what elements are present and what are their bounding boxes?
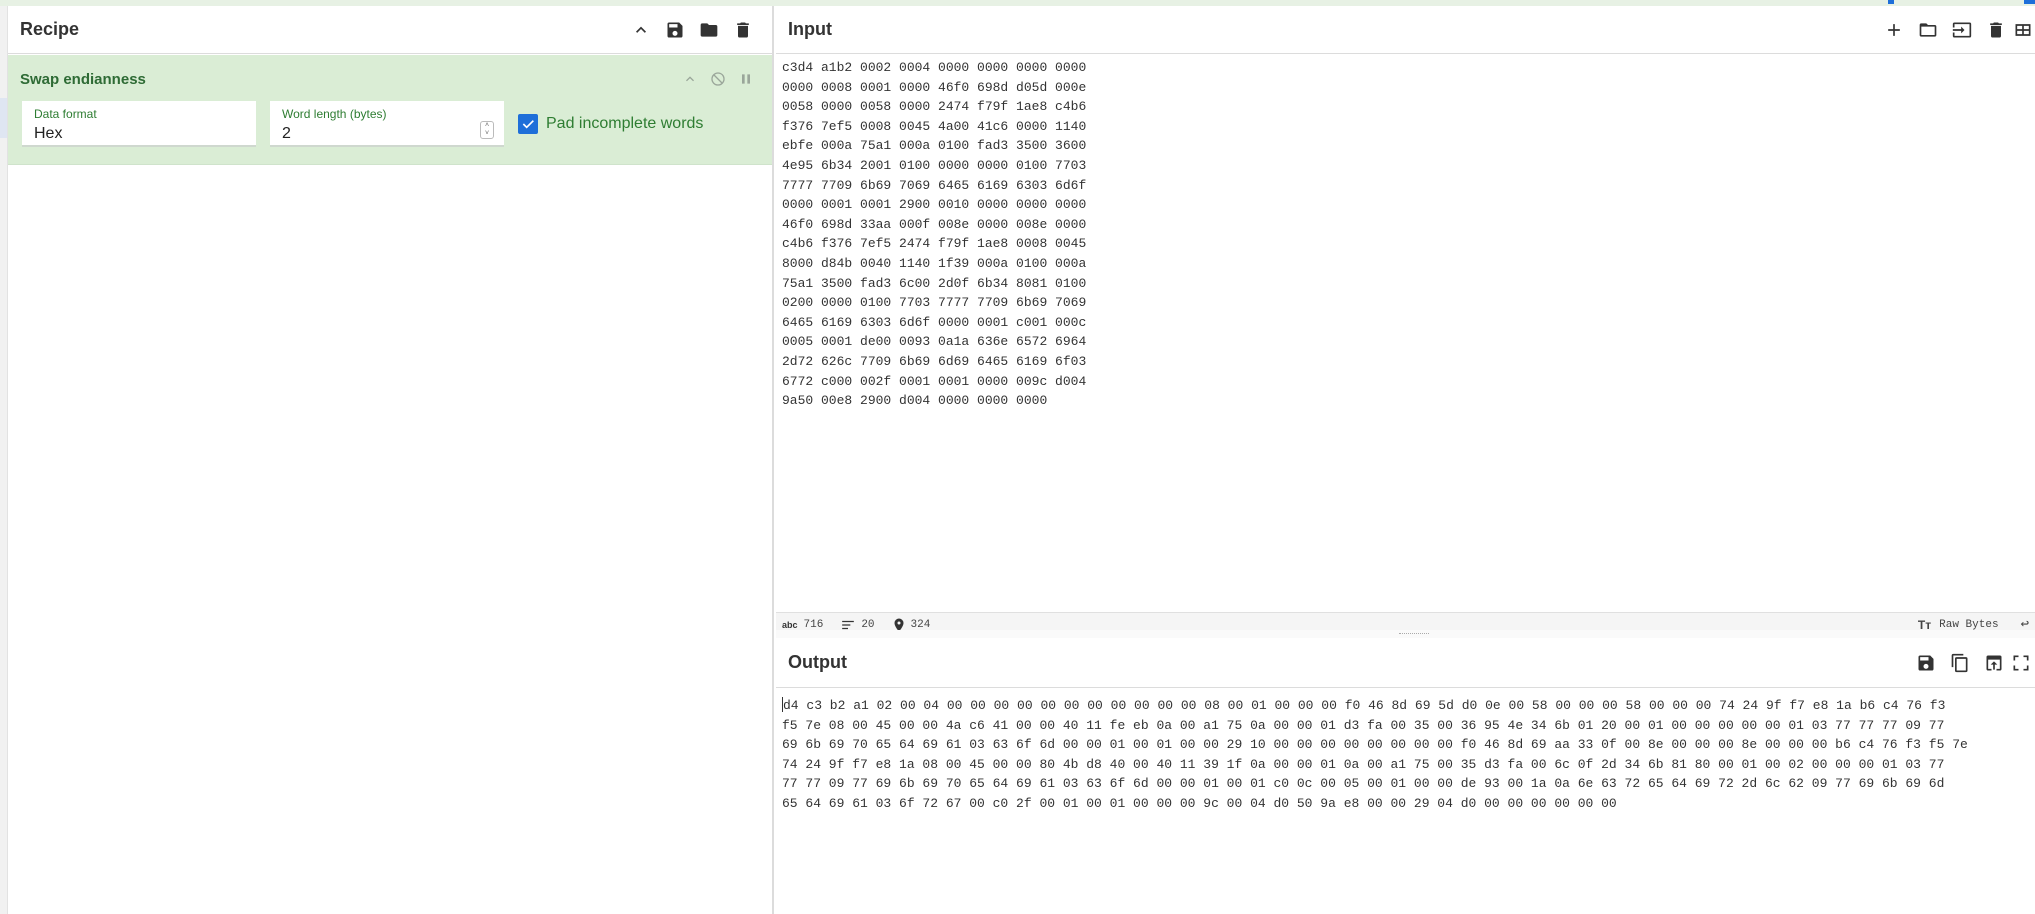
word-length-field[interactable]: Word length (bytes) 2 ˄ ˅ [270, 101, 504, 147]
word-length-label: Word length (bytes) [282, 107, 387, 121]
folder-icon[interactable] [1911, 13, 1945, 47]
folder-icon[interactable] [692, 13, 726, 47]
save-icon[interactable] [658, 13, 692, 47]
selected-category-highlight [0, 98, 7, 138]
chevron-up-icon[interactable] [624, 13, 658, 47]
input-title: Input [788, 19, 832, 39]
replace-input-icon[interactable] [1977, 646, 2011, 680]
output-textarea[interactable]: d4 c3 b2 a1 02 00 04 00 00 00 00 00 00 0… [782, 696, 2035, 814]
output-panel: Output d4 c3 b2 a1 02 00 04 00 00 00 00 … [776, 638, 2035, 914]
disable-icon[interactable] [704, 65, 732, 93]
input-length: 716 [803, 618, 824, 631]
data-format-select[interactable]: Data format Hex [22, 101, 256, 147]
chevron-up-icon[interactable] [676, 65, 704, 93]
copy-icon[interactable] [1943, 646, 1977, 680]
output-title: Output [788, 652, 847, 672]
data-format-label: Data format [34, 107, 97, 121]
lines-icon [842, 620, 855, 629]
panel-resize-handle[interactable] [776, 630, 2035, 638]
import-icon[interactable] [1945, 13, 1979, 47]
input-textarea[interactable]: c3d4 a1b2 0002 0004 0000 0000 0000 0000 … [782, 58, 2035, 411]
recipe-panel: Recipe Swap endianness Data format Hex W… [8, 6, 774, 914]
length-icon: abc [782, 619, 798, 630]
input-panel: Input c3d4 a1b2 0002 0004 0000 0000 0000… [776, 6, 2035, 636]
pad-incomplete-words-label: Pad incomplete words [546, 115, 704, 132]
data-format-value[interactable]: Hex [34, 125, 244, 143]
word-length-input[interactable]: 2 [282, 125, 492, 143]
pause-icon[interactable] [732, 65, 760, 93]
output-text: d4 c3 b2 a1 02 00 04 00 00 00 00 00 00 0… [782, 698, 1968, 811]
input-lines: 20 [861, 618, 875, 631]
trash-icon[interactable] [726, 13, 760, 47]
operation-swap-endianness[interactable]: Swap endianness Data format Hex Word len… [8, 55, 772, 165]
input-header: Input [776, 6, 2035, 54]
operations-sidebar-edge[interactable] [0, 6, 8, 914]
save-icon[interactable] [1909, 646, 1943, 680]
recipe-title: Recipe [20, 19, 80, 39]
pad-incomplete-words-toggle[interactable]: Pad incomplete words [518, 114, 703, 134]
number-stepper[interactable]: ˄ ˅ [480, 121, 494, 139]
plus-icon[interactable] [1877, 13, 1911, 47]
maximize-icon[interactable] [2011, 646, 2035, 680]
cursor-position: 324 [910, 618, 931, 631]
encoding-label[interactable]: Raw Bytes [1939, 619, 1998, 631]
trash-icon[interactable] [1979, 13, 2013, 47]
layout-icon[interactable] [2013, 13, 2035, 47]
output-header: Output [776, 638, 2035, 688]
checkbox-checked-icon[interactable] [518, 114, 538, 134]
progress-marker [2024, 0, 2035, 4]
progress-marker [1888, 0, 1894, 4]
recipe-header: Recipe [8, 6, 772, 54]
operation-name: Swap endianness [20, 70, 146, 88]
